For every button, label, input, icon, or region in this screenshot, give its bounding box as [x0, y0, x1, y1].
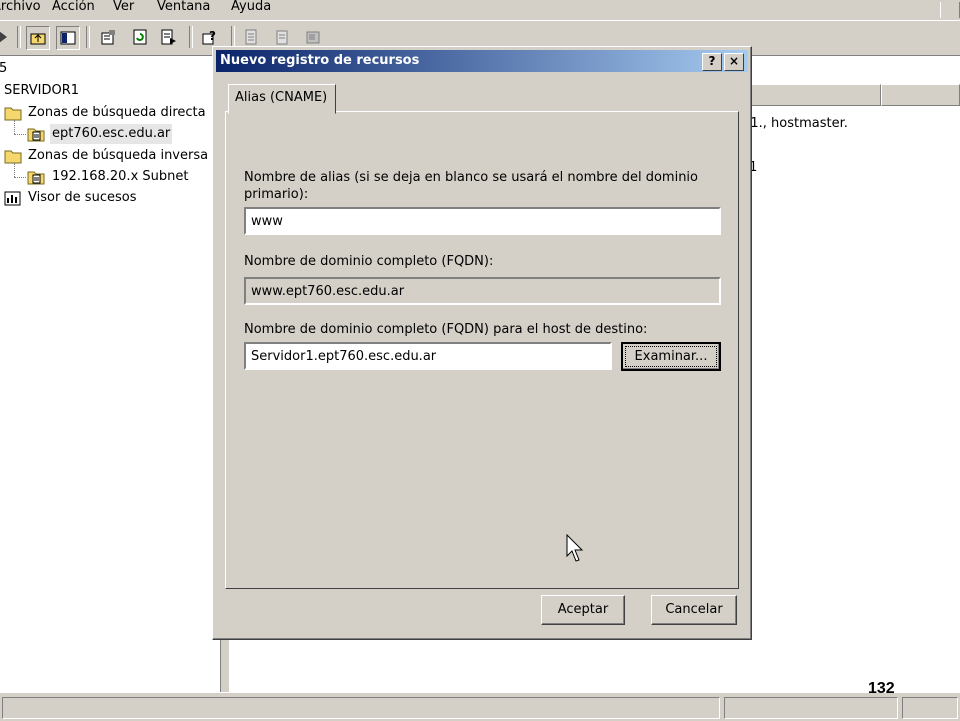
- tree-label: 192.168.20.x Subnet: [52, 169, 189, 184]
- menu-ver[interactable]: Ver: [113, 0, 134, 20]
- question-icon: ?: [708, 54, 716, 68]
- menubar: Archivo Acción Ver Ventana Ayuda: [0, 0, 960, 20]
- new-domain-button[interactable]: [271, 26, 293, 48]
- tree-label: Zonas de búsqueda inversa: [28, 148, 209, 163]
- tab-panel: Nombre de alias (si se deja en blanco se…: [225, 111, 739, 589]
- folder-icon: [4, 107, 22, 121]
- tree-item-forward-zones[interactable]: Zonas de búsqueda directa: [0, 103, 220, 123]
- refresh-icon: [133, 29, 147, 45]
- target-host-label: Nombre de dominio completo (FQDN) para e…: [244, 322, 648, 337]
- menu-ventana[interactable]: Ventana: [157, 0, 210, 20]
- dialog-title: Nuevo registro de recursos: [220, 53, 420, 68]
- new-record-button[interactable]: [240, 26, 262, 48]
- tab-label: Alias (CNAME): [235, 90, 328, 105]
- refresh-button[interactable]: [129, 26, 151, 48]
- status-panel: [2, 697, 720, 719]
- svg-text:?: ?: [209, 29, 216, 43]
- tree-label: Visor de sucesos: [28, 190, 137, 205]
- status-panel: [902, 697, 958, 719]
- mouse-pointer-icon: [566, 534, 584, 562]
- back-icon: [0, 31, 7, 43]
- ok-button[interactable]: Aceptar: [541, 595, 625, 625]
- properties-button[interactable]: [97, 26, 119, 48]
- zone-icon: [27, 171, 45, 185]
- help-title-button[interactable]: ?: [702, 53, 722, 71]
- fqdn-field: [244, 277, 721, 305]
- tree-server-label: SERVIDOR1: [4, 83, 80, 98]
- new-record-icon: [245, 29, 257, 45]
- cancel-button[interactable]: Cancelar: [651, 595, 737, 625]
- details-row-text: r1., hostmaster.: [745, 116, 848, 131]
- show-hide-tree-button[interactable]: [56, 26, 80, 50]
- close-title-button[interactable]: ×: [724, 53, 744, 71]
- show-hide-tree-icon: [60, 31, 76, 45]
- export-list-button[interactable]: [158, 26, 180, 48]
- status-bar: [0, 692, 960, 721]
- console-tree: 5 SERVIDOR1 Zonas de búsqueda directa ep…: [0, 56, 220, 692]
- up-folder-button[interactable]: [26, 26, 50, 50]
- alias-name-field[interactable]: [244, 207, 721, 235]
- back-button[interactable]: [0, 26, 12, 48]
- fqdn-label: Nombre de dominio completo (FQDN):: [244, 254, 494, 269]
- dialog-titlebar[interactable]: Nuevo registro de recursos ? ×: [216, 50, 748, 72]
- new-resource-record-dialog: Nuevo registro de recursos ? × Alias (CN…: [212, 46, 752, 640]
- tree-label: Zonas de búsqueda directa: [28, 105, 206, 120]
- zone-icon: [27, 128, 45, 142]
- menu-archivo[interactable]: Archivo: [0, 0, 41, 20]
- window-restore-button[interactable]: [940, 2, 960, 18]
- menu-ayuda[interactable]: Ayuda: [231, 0, 271, 20]
- help-button[interactable]: ?: [199, 26, 221, 48]
- properties-icon: [101, 30, 115, 45]
- help-icon: ?: [202, 29, 216, 45]
- new-domain-icon: [276, 30, 288, 45]
- export-list-icon: [161, 29, 176, 45]
- tree-item-zone-ept760[interactable]: ept760.esc.edu.ar: [0, 124, 220, 144]
- tree-item-reverse-zones[interactable]: Zonas de búsqueda inversa: [0, 146, 220, 166]
- close-icon: ×: [728, 54, 740, 68]
- new-delegation-button[interactable]: [302, 26, 324, 48]
- column-header[interactable]: [881, 84, 960, 106]
- folder-icon: [4, 150, 22, 164]
- alias-name-label: Nombre de alias (si se deja en blanco se…: [244, 170, 698, 202]
- tree-item-event-viewer[interactable]: Visor de sucesos: [0, 188, 220, 208]
- slide-number: 132: [868, 680, 895, 697]
- tree-root-label: 5: [0, 61, 8, 76]
- up-folder-icon: [30, 33, 46, 45]
- tree-label: ept760.esc.edu.ar: [50, 124, 173, 144]
- status-panel: [724, 697, 898, 719]
- tab-alias-cname[interactable]: Alias (CNAME): [228, 84, 336, 114]
- tree-item-zone-subnet[interactable]: 192.168.20.x Subnet: [0, 167, 220, 187]
- menu-accion[interactable]: Acción: [52, 0, 95, 20]
- event-viewer-icon: [4, 191, 21, 206]
- new-delegation-icon: [306, 31, 320, 44]
- target-host-field[interactable]: [244, 342, 612, 370]
- browse-button[interactable]: Examinar...: [621, 342, 721, 371]
